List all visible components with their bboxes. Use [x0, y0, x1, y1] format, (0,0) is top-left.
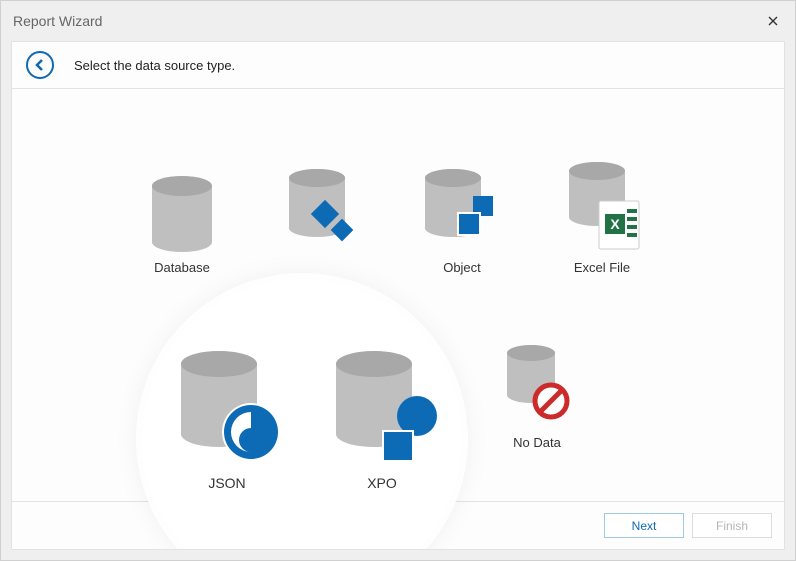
- tile-label: JSON: [152, 475, 302, 491]
- tiles-area: Database: [12, 89, 784, 501]
- object-icon: [415, 159, 510, 254]
- tile-label: Excel File: [532, 260, 672, 275]
- tile-nodata[interactable]: No Data: [467, 334, 607, 450]
- content-panel: Select the data source type. Database: [11, 41, 785, 550]
- tile-label: Object: [392, 260, 532, 275]
- header-bar: Select the data source type.: [12, 42, 784, 89]
- next-button[interactable]: Next: [604, 513, 684, 538]
- database-icon: [135, 159, 230, 254]
- wizard-window: Report Wizard Select the data source typ…: [0, 0, 796, 561]
- xpo-icon: [322, 344, 442, 464]
- tile-xpo[interactable]: XPO: [307, 344, 457, 491]
- arrow-left-icon: [33, 58, 47, 72]
- ef-icon: [275, 159, 370, 254]
- back-button[interactable]: [26, 51, 54, 79]
- tile-database[interactable]: Database: [112, 159, 252, 275]
- svg-text:X: X: [610, 216, 620, 232]
- titlebar: Report Wizard: [1, 1, 795, 41]
- tile-label: XPO: [307, 475, 457, 491]
- close-button[interactable]: [763, 13, 783, 29]
- finish-button: Finish: [692, 513, 772, 538]
- close-icon: [768, 16, 778, 26]
- tile-object[interactable]: Object: [392, 159, 532, 275]
- zoom-highlight: JSON XPO: [142, 279, 462, 550]
- nodata-icon: [490, 334, 585, 429]
- instruction-text: Select the data source type.: [74, 58, 235, 73]
- tile-excel[interactable]: X Excel File: [532, 159, 672, 275]
- tile-label: No Data: [467, 435, 607, 450]
- json-icon: [167, 344, 287, 464]
- tile-ef[interactable]: Entity Framework: [252, 159, 392, 275]
- window-title: Report Wizard: [13, 13, 102, 29]
- tile-label: Database: [112, 260, 252, 275]
- tile-json[interactable]: JSON: [152, 344, 302, 491]
- excel-icon: X: [555, 159, 650, 254]
